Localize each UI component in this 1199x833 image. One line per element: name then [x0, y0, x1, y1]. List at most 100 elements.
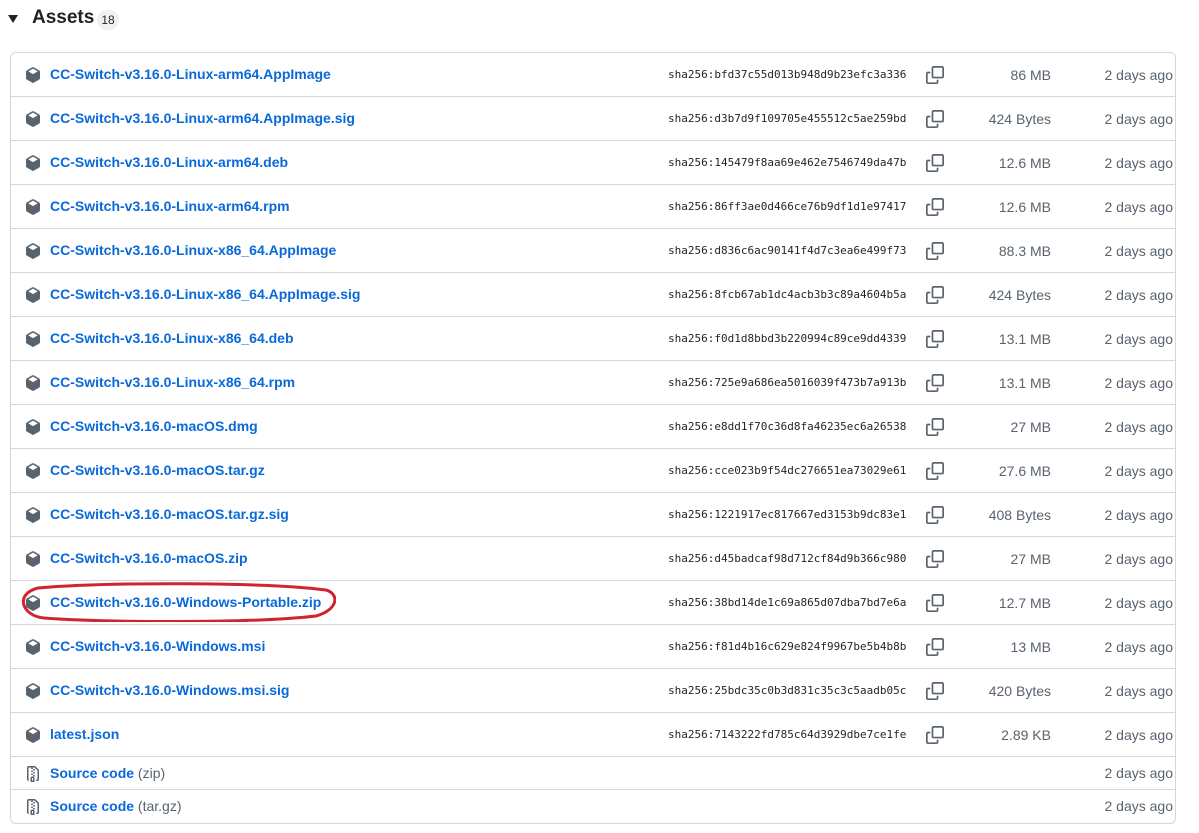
- source-code-format: (zip): [137, 765, 166, 781]
- asset-row: CC-Switch-v3.16.0-macOS.tar.gz.sig sha256…: [11, 493, 1175, 537]
- asset-row: CC-Switch-v3.16.0-macOS.zip sha256:d45bad…: [11, 537, 1175, 581]
- copy-icon[interactable]: [926, 66, 944, 84]
- copy-icon[interactable]: [926, 330, 944, 348]
- source-code-link[interactable]: Source code (zip): [50, 765, 165, 781]
- asset-size: 12.7 MB: [998, 595, 1051, 611]
- asset-date: 2 days ago: [1104, 111, 1174, 127]
- asset-size: 86 MB: [1010, 67, 1051, 83]
- asset-link[interactable]: CC-Switch-v3.16.0-Linux-x86_64.AppImage: [50, 242, 336, 258]
- copy-icon[interactable]: [926, 638, 944, 656]
- asset-size: 13 MB: [1010, 639, 1051, 655]
- copy-icon[interactable]: [926, 198, 944, 216]
- asset-link[interactable]: CC-Switch-v3.16.0-macOS.dmg: [50, 418, 258, 434]
- assets-header: Assets 18: [0, 0, 1199, 44]
- asset-size: 27 MB: [1010, 551, 1051, 567]
- asset-sha256: sha256:d3b7d9f109705e455512c5ae259bd: [668, 112, 907, 125]
- asset-sha256: sha256:d836c6ac90141f4d7c3ea6e499f73: [668, 244, 907, 257]
- copy-icon[interactable]: [926, 242, 944, 260]
- asset-link[interactable]: latest.json: [50, 726, 119, 742]
- asset-sha256: sha256:1221917ec817667ed3153b9dc83e1: [668, 508, 907, 521]
- asset-row: CC-Switch-v3.16.0-Linux-arm64.AppImage sh…: [11, 53, 1175, 97]
- asset-sha256: sha256:d45badcaf98d712cf84d9b366c980: [668, 552, 907, 565]
- copy-icon[interactable]: [926, 462, 944, 480]
- package-icon: [25, 419, 41, 435]
- asset-row: CC-Switch-v3.16.0-macOS.tar.gz sha256:cce…: [11, 449, 1175, 493]
- asset-row: CC-Switch-v3.16.0-Linux-arm64.AppImage.s…: [11, 97, 1175, 141]
- asset-size: 27 MB: [1010, 419, 1051, 435]
- asset-sha256: sha256:38bd14de1c69a865d07dba7bd7e6a: [668, 596, 907, 609]
- asset-link[interactable]: CC-Switch-v3.16.0-Linux-x86_64.deb: [50, 330, 294, 346]
- asset-date: 2 days ago: [1104, 683, 1174, 699]
- asset-link[interactable]: CC-Switch-v3.16.0-Linux-x86_64.AppImage.…: [50, 286, 360, 302]
- asset-size: 12.6 MB: [998, 155, 1051, 171]
- asset-link[interactable]: CC-Switch-v3.16.0-Linux-arm64.AppImage.s…: [50, 110, 355, 126]
- asset-size: 88.3 MB: [998, 243, 1051, 259]
- asset-link[interactable]: CC-Switch-v3.16.0-macOS.zip: [50, 550, 248, 566]
- source-code-format: (tar.gz): [137, 798, 182, 814]
- assets-title: Assets: [32, 7, 95, 28]
- source-code-link[interactable]: Source code (tar.gz): [50, 798, 182, 814]
- copy-icon[interactable]: [926, 682, 944, 700]
- asset-sha256: sha256:7143222fd785c64d3929dbe7ce1fe: [668, 728, 907, 741]
- source-code-date: 2 days ago: [1104, 765, 1174, 781]
- asset-sha256: sha256:8fcb67ab1dc4acb3b3c89a4604b5a: [668, 288, 907, 301]
- asset-sha256: sha256:86ff3ae0d466ce76b9df1d1e97417: [668, 200, 907, 213]
- package-icon: [25, 111, 41, 127]
- asset-size: 424 Bytes: [988, 287, 1051, 303]
- package-icon: [25, 639, 41, 655]
- asset-date: 2 days ago: [1104, 595, 1174, 611]
- asset-size: 13.1 MB: [998, 375, 1051, 391]
- asset-link[interactable]: CC-Switch-v3.16.0-Linux-arm64.rpm: [50, 198, 290, 214]
- assets-list: CC-Switch-v3.16.0-Linux-arm64.AppImage sh…: [10, 52, 1176, 824]
- asset-size: 2.89 KB: [1001, 727, 1051, 743]
- file-zip-icon: [25, 766, 41, 782]
- copy-icon[interactable]: [926, 110, 944, 128]
- source-code-row: Source code (tar.gz) 2 days ago: [11, 790, 1175, 823]
- asset-row: CC-Switch-v3.16.0-Windows-Portable.zip sh…: [11, 581, 1175, 625]
- copy-icon[interactable]: [926, 550, 944, 568]
- asset-date: 2 days ago: [1104, 463, 1174, 479]
- asset-link[interactable]: CC-Switch-v3.16.0-Windows.msi.sig: [50, 682, 289, 698]
- asset-date: 2 days ago: [1104, 375, 1174, 391]
- asset-sha256: sha256:e8dd1f70c36d8fa46235ec6a26538: [668, 420, 907, 433]
- copy-icon[interactable]: [926, 594, 944, 612]
- file-zip-icon: [25, 799, 41, 815]
- asset-date: 2 days ago: [1104, 331, 1174, 347]
- asset-size: 408 Bytes: [988, 507, 1051, 523]
- copy-icon[interactable]: [926, 506, 944, 524]
- asset-row: CC-Switch-v3.16.0-macOS.dmg sha256:e8dd1f…: [11, 405, 1175, 449]
- asset-date: 2 days ago: [1104, 727, 1174, 743]
- asset-date: 2 days ago: [1104, 199, 1174, 215]
- package-icon: [25, 331, 41, 347]
- asset-row: CC-Switch-v3.16.0-Linux-x86_64.AppImage s…: [11, 229, 1175, 273]
- asset-date: 2 days ago: [1104, 287, 1174, 303]
- package-icon: [25, 683, 41, 699]
- asset-link[interactable]: CC-Switch-v3.16.0-Linux-arm64.deb: [50, 154, 288, 170]
- copy-icon[interactable]: [926, 154, 944, 172]
- asset-sha256: sha256:725e9a686ea5016039f473b7a913b: [668, 376, 907, 389]
- asset-link[interactable]: CC-Switch-v3.16.0-Linux-arm64.AppImage: [50, 66, 331, 82]
- copy-icon[interactable]: [926, 726, 944, 744]
- asset-size: 12.6 MB: [998, 199, 1051, 215]
- asset-date: 2 days ago: [1104, 551, 1174, 567]
- asset-row: CC-Switch-v3.16.0-Linux-x86_64.rpm sha256…: [11, 361, 1175, 405]
- asset-sha256: sha256:bfd37c55d013b948d9b23efc3a336: [668, 68, 907, 81]
- asset-link[interactable]: CC-Switch-v3.16.0-macOS.tar.gz.sig: [50, 506, 289, 522]
- triangle-down-icon[interactable]: [8, 15, 18, 23]
- copy-icon[interactable]: [926, 286, 944, 304]
- asset-date: 2 days ago: [1104, 67, 1174, 83]
- package-icon: [25, 375, 41, 391]
- copy-icon[interactable]: [926, 418, 944, 436]
- asset-link[interactable]: CC-Switch-v3.16.0-Windows-Portable.zip: [50, 594, 321, 610]
- asset-size: 420 Bytes: [988, 683, 1051, 699]
- asset-link[interactable]: CC-Switch-v3.16.0-macOS.tar.gz: [50, 462, 265, 478]
- asset-link[interactable]: CC-Switch-v3.16.0-Linux-x86_64.rpm: [50, 374, 295, 390]
- copy-icon[interactable]: [926, 374, 944, 392]
- source-code-label: Source code: [50, 765, 135, 781]
- asset-sha256: sha256:25bdc35c0b3d831c35c3c5aadb05c: [668, 684, 907, 697]
- asset-row: CC-Switch-v3.16.0-Linux-arm64.rpm sha256:…: [11, 185, 1175, 229]
- source-code-label: Source code: [50, 798, 135, 814]
- assets-count-badge: 18: [97, 10, 119, 30]
- asset-link[interactable]: CC-Switch-v3.16.0-Windows.msi: [50, 638, 265, 654]
- asset-sha256: sha256:f81d4b16c629e824f9967be5b4b8b: [668, 640, 907, 653]
